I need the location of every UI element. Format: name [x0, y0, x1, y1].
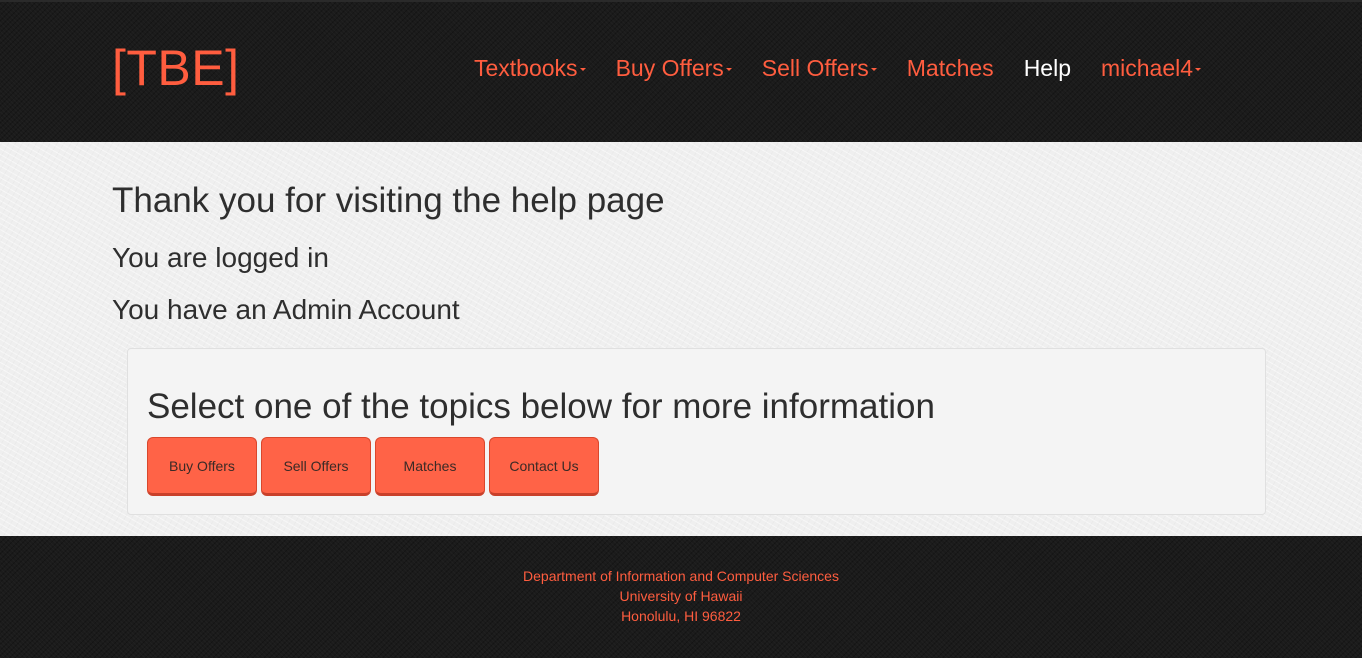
- footer-university: University of Hawaii: [619, 588, 743, 604]
- login-status-text: You are logged in: [112, 242, 329, 273]
- nav-item-label: Matches: [906, 55, 994, 81]
- caret-down-icon: [870, 68, 877, 71]
- main-content: Thank you for visiting the help page You…: [0, 142, 1362, 536]
- nav-item-buy-offers[interactable]: Buy Offers: [616, 53, 732, 83]
- nav-item-label: michael4: [1101, 55, 1194, 81]
- caret-down-icon: [579, 68, 586, 71]
- nav-item-user-menu[interactable]: michael4: [1101, 53, 1202, 83]
- topic-button-row: Buy Offers Sell Offers Matches Contact U…: [147, 437, 603, 496]
- nav-item-label: Textbooks: [474, 55, 578, 81]
- matches-button[interactable]: Matches: [375, 437, 485, 496]
- buy-offers-button[interactable]: Buy Offers: [147, 437, 257, 496]
- nav-item-sell-offers[interactable]: Sell Offers: [762, 53, 877, 83]
- nav-item-label: Sell Offers: [761, 55, 869, 81]
- caret-down-icon: [725, 68, 732, 71]
- footer-location: Honolulu, HI 96822: [621, 608, 741, 624]
- contact-us-button[interactable]: Contact Us: [489, 437, 599, 496]
- navbar: [TBE] Textbooks Buy Offers Sell Offers M…: [0, 0, 1362, 142]
- help-topics-panel: Select one of the topics below for more …: [127, 348, 1266, 515]
- panel-title: Select one of the topics below for more …: [147, 387, 935, 426]
- brand-logo-link[interactable]: [TBE]: [112, 38, 240, 98]
- caret-down-icon: [1195, 68, 1202, 71]
- nav-item-textbooks[interactable]: Textbooks: [474, 53, 586, 83]
- nav-item-label: Help: [1023, 55, 1071, 81]
- account-type-text: You have an Admin Account: [112, 294, 460, 325]
- footer: Department of Information and Computer S…: [0, 536, 1362, 658]
- footer-department: Department of Information and Computer S…: [523, 568, 839, 584]
- nav-item-label: Buy Offers: [615, 55, 724, 81]
- nav-item-matches[interactable]: Matches: [907, 53, 994, 83]
- nav-item-help[interactable]: Help: [1024, 53, 1071, 83]
- footer-address: Department of Information and Computer S…: [0, 566, 1362, 626]
- main-nav: Textbooks Buy Offers Sell Offers Matches…: [474, 53, 1202, 83]
- page-title: Thank you for visiting the help page: [112, 181, 665, 220]
- sell-offers-button[interactable]: Sell Offers: [261, 437, 371, 496]
